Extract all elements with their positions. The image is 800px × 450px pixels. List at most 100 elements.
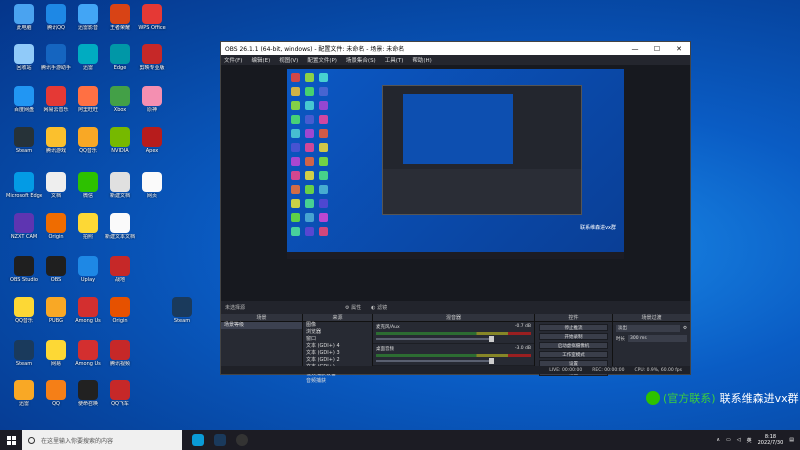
desktop-icon[interactable]: 迅雷: [70, 44, 106, 71]
volume-slider[interactable]: [376, 358, 495, 364]
desktop-icon[interactable]: QQ飞车: [102, 380, 138, 407]
menu-profile[interactable]: 配置文件(P): [307, 56, 337, 64]
source-item[interactable]: 文本 (GDI+) 3: [303, 350, 372, 357]
desktop-icon[interactable]: 微信: [70, 172, 106, 199]
desktop-icon[interactable]: 腾讯视频: [102, 340, 138, 367]
desktop-icon[interactable]: Steam: [164, 297, 200, 324]
desktop-icon[interactable]: Edge: [102, 44, 138, 71]
desktop-icon-label: 网页: [146, 193, 157, 199]
menu-view[interactable]: 视图(V): [279, 56, 298, 64]
source-item[interactable]: 音频捕获: [303, 378, 372, 385]
desktop-icon[interactable]: Origin: [38, 213, 74, 240]
maximize-icon[interactable]: ☐: [646, 45, 668, 53]
source-item[interactable]: 文本 (GDI+) 4: [303, 343, 372, 350]
obs-statusbar: LIVE: 00:00:00 REC: 00:00:00 CPU: 0.9%, …: [221, 366, 690, 374]
desktop-icon[interactable]: NZXT CAM: [6, 213, 42, 240]
desktop-icon[interactable]: 战地: [102, 256, 138, 283]
control-button[interactable]: 停止推流: [539, 324, 608, 331]
desktop-icon[interactable]: QQ音乐: [70, 127, 106, 154]
properties-button[interactable]: ⚙ 属性: [345, 304, 361, 311]
desktop-icon[interactable]: 拍照: [70, 213, 106, 240]
desktop-icon[interactable]: 王者荣耀: [102, 4, 138, 31]
desktop-icon[interactable]: Origin: [102, 297, 138, 324]
source-item[interactable]: 文本 (GDI+) 2: [303, 357, 372, 364]
desktop-icon[interactable]: 文档: [38, 172, 74, 199]
desktop-icon-label: NZXT CAM: [10, 234, 38, 240]
slider-knob[interactable]: [489, 336, 495, 342]
obs-window[interactable]: OBS 26.1.1 (64-bit, windows) - 配置文件: 未命名…: [220, 41, 691, 384]
desktop-icon[interactable]: 使命召唤: [70, 380, 106, 407]
desktop-icon[interactable]: 百度网盘: [6, 86, 42, 113]
desktop-icon[interactable]: Xbox: [102, 86, 138, 113]
control-button[interactable]: 工作室模式: [539, 351, 608, 358]
obs-icon[interactable]: [236, 434, 248, 446]
desktop-icon[interactable]: 迅雷影音: [70, 4, 106, 31]
slider-knob[interactable]: [489, 358, 495, 364]
desktop-icon[interactable]: 网易: [38, 340, 74, 367]
desktop-icon[interactable]: OBS Studio: [6, 256, 42, 283]
desktop-icon[interactable]: Steam: [6, 340, 42, 367]
edge-icon[interactable]: [192, 434, 204, 446]
source-item[interactable]: 图像: [303, 322, 372, 329]
app-icon: [14, 213, 34, 233]
gear-icon[interactable]: ⚙: [683, 326, 687, 331]
desktop-icon[interactable]: 剪映专业版: [134, 44, 170, 71]
desktop-icon[interactable]: Among Us: [70, 340, 106, 367]
menu-help[interactable]: 帮助(H): [412, 56, 431, 64]
close-icon[interactable]: ✕: [668, 45, 690, 53]
transition-select[interactable]: 淡出: [616, 325, 680, 332]
notification-icon[interactable]: ▤: [789, 437, 794, 443]
control-button[interactable]: 开始录制: [539, 333, 608, 340]
control-button[interactable]: 启动虚拟摄像机: [539, 342, 608, 349]
desktop-icon-label: Xbox: [113, 107, 127, 113]
start-button[interactable]: [0, 430, 22, 450]
source-item[interactable]: 窗口: [303, 336, 372, 343]
scene-item[interactable]: 场景等级: [221, 322, 302, 329]
steam-icon[interactable]: [214, 434, 226, 446]
desktop-icon[interactable]: 新建文本文档: [102, 213, 138, 240]
desktop-icon-area: 此电脑 腾讯QQ 迅雷影音 王者荣耀 WPS Office 回收站 腾讯手游助手 迅雷 Edge…: [0, 0, 220, 430]
desktop-icon[interactable]: 腾讯游戏: [38, 127, 74, 154]
desktop-icon[interactable]: NVIDIA: [102, 127, 138, 154]
desktop-icon[interactable]: Microsoft Edge: [6, 172, 42, 199]
desktop-icon[interactable]: 原神: [134, 86, 170, 113]
chevron-up-icon[interactable]: ∧: [716, 437, 720, 443]
desktop-icon[interactable]: 网易云音乐: [38, 86, 74, 113]
filters-button[interactable]: ◐ 滤镜: [371, 304, 387, 311]
app-icon: [78, 172, 98, 192]
minimize-icon[interactable]: —: [624, 45, 646, 53]
menu-file[interactable]: 文件(F): [224, 56, 242, 64]
menu-tools[interactable]: 工具(T): [385, 56, 404, 64]
taskbar-search[interactable]: 在这里输入你要搜索的内容: [22, 430, 182, 450]
desktop-icon[interactable]: PUBG: [38, 297, 74, 324]
app-icon: [78, 297, 98, 317]
obs-preview[interactable]: 联系维森进vx群: [221, 65, 690, 301]
network-icon[interactable]: ▭: [726, 437, 731, 443]
desktop-icon[interactable]: 回收站: [6, 44, 42, 71]
volume-icon[interactable]: ◁: [737, 437, 741, 443]
watermark-prefix: (官方联系): [663, 392, 716, 405]
desktop-icon[interactable]: Apex: [134, 127, 170, 154]
desktop-icon[interactable]: 网页: [134, 172, 170, 199]
desktop-icon[interactable]: Among Us: [70, 297, 106, 324]
desktop-icon[interactable]: 腾讯QQ: [38, 4, 74, 31]
desktop-icon[interactable]: Steam: [6, 127, 42, 154]
desktop-icon[interactable]: 此电脑: [6, 4, 42, 31]
source-item[interactable]: 浏览器: [303, 329, 372, 336]
ime-icon[interactable]: 英: [747, 437, 752, 444]
desktop-icon[interactable]: 迅雷: [6, 380, 42, 407]
desktop-icon[interactable]: 腾讯手游助手: [38, 44, 74, 71]
duration-input[interactable]: 300 ms: [628, 335, 687, 342]
desktop-icon[interactable]: OBS: [38, 256, 74, 283]
desktop-icon[interactable]: QQ音乐: [6, 297, 42, 324]
menu-scene-collection[interactable]: 场景集合(S): [346, 56, 376, 64]
desktop-icon[interactable]: Uplay: [70, 256, 106, 283]
menu-edit[interactable]: 编辑(E): [251, 56, 270, 64]
obs-titlebar[interactable]: OBS 26.1.1 (64-bit, windows) - 配置文件: 未命名…: [221, 42, 690, 55]
clock[interactable]: 8:18 2022/7/30: [758, 434, 784, 446]
desktop-icon[interactable]: WPS Office: [134, 4, 170, 31]
volume-slider[interactable]: [376, 336, 495, 342]
desktop-icon[interactable]: 新建文档: [102, 172, 138, 199]
desktop-icon[interactable]: 阿里旺旺: [70, 86, 106, 113]
desktop-icon[interactable]: QQ: [38, 380, 74, 407]
